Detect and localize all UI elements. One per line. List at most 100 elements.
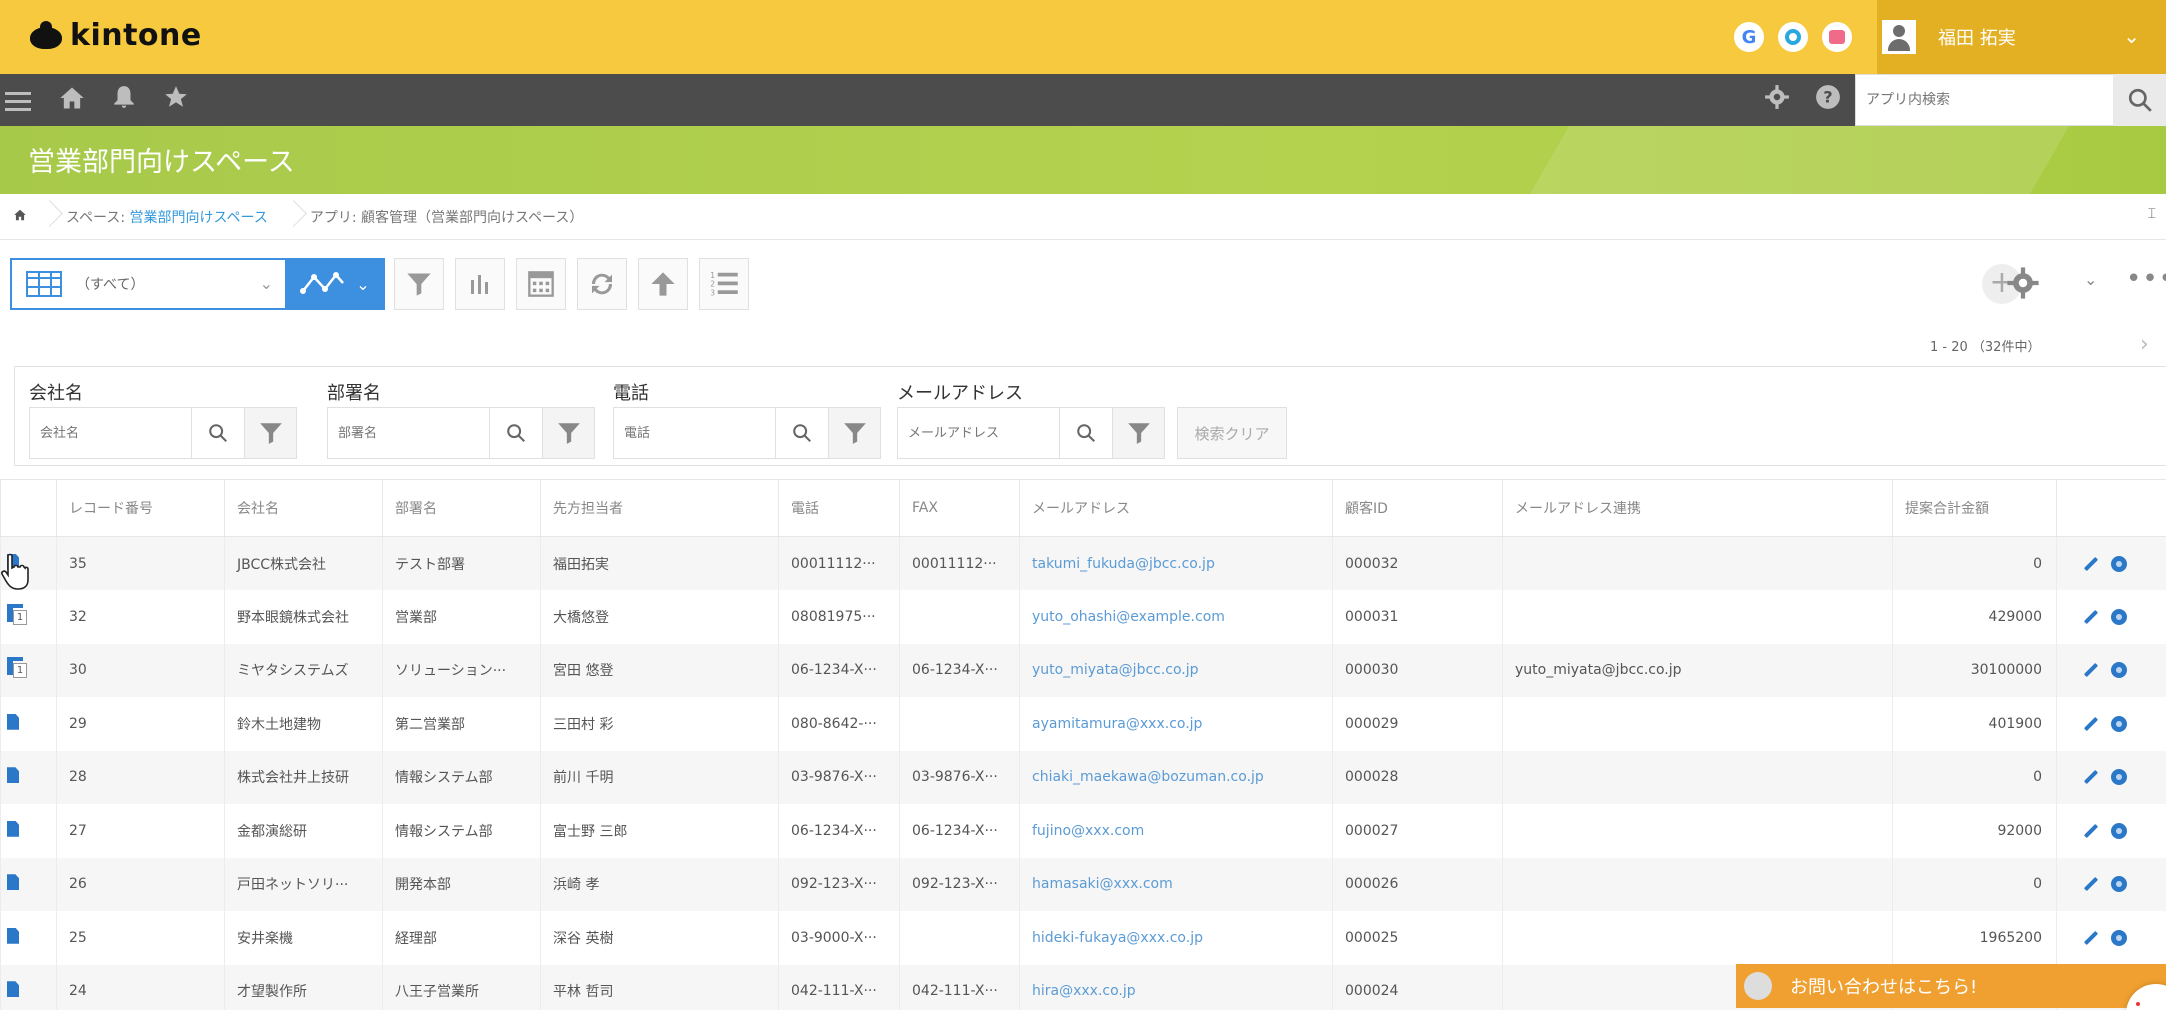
record-detail-icon[interactable] <box>7 874 19 891</box>
record-detail-cell[interactable] <box>0 697 57 751</box>
column-header[interactable]: 先方担当者 <box>540 479 779 537</box>
duplicate-icon[interactable] <box>2111 715 2127 732</box>
duplicate-icon[interactable] <box>2111 662 2127 679</box>
column-header[interactable]: 会社名 <box>224 479 383 537</box>
garoon-icon[interactable] <box>1778 22 1808 52</box>
edit-pencil-icon[interactable] <box>2083 716 2099 731</box>
duplicate-icon[interactable] <box>2111 608 2127 625</box>
record-detail-icon[interactable] <box>7 981 19 998</box>
filter-search-button[interactable] <box>192 407 245 459</box>
email-cell[interactable]: takumi_fukuda@jbcc.co.jp <box>1019 536 1333 590</box>
menu-icon[interactable] <box>2 87 34 119</box>
duplicate-icon[interactable] <box>2111 876 2127 893</box>
column-header[interactable]: 顧客ID <box>1332 479 1503 537</box>
table-row[interactable]: 1 30 ミヤタシステムズ ソリューション··· 宮田 悠登 06-1234-X··· 06… <box>0 643 2166 697</box>
table-row[interactable]: 27 金都演総研 情報システム部 富士野 三郎 06-1234-X··· 06-1234-… <box>0 804 2166 858</box>
email-cell[interactable]: hideki-fukaya@xxx.co.jp <box>1019 911 1333 965</box>
duplicate-icon[interactable] <box>2111 929 2127 946</box>
filter-button[interactable] <box>394 258 444 310</box>
refresh-button[interactable] <box>577 258 627 310</box>
settings-gear-icon[interactable] <box>1761 84 1793 116</box>
email-cell[interactable]: ayamitamura@xxx.co.jp <box>1019 697 1333 751</box>
app-search-field[interactable] <box>1855 74 2115 126</box>
filter-funnel-button[interactable] <box>543 407 595 459</box>
breadcrumb-space[interactable]: スペース: 営業部門向けスペース <box>54 207 284 227</box>
record-detail-icon[interactable] <box>7 767 19 784</box>
table-row[interactable]: 25 安井楽機 経理部 深谷 英樹 03-9000-X··· hideki-fukaya@… <box>0 911 2166 965</box>
column-header[interactable]: 電話 <box>778 479 900 537</box>
filter-phone-field[interactable] <box>613 407 776 459</box>
clear-search-button[interactable]: 検索クリア <box>1177 407 1287 459</box>
related-record-icon[interactable]: 1 <box>7 603 29 626</box>
record-detail-cell[interactable] <box>0 964 57 1010</box>
filter-search-button[interactable] <box>1060 407 1113 459</box>
search-button[interactable] <box>2113 74 2166 126</box>
edit-pencil-icon[interactable] <box>2083 556 2099 571</box>
home-icon[interactable] <box>56 84 88 116</box>
graph-button[interactable]: ⌄ <box>285 258 385 310</box>
bell-icon[interactable] <box>108 84 140 116</box>
filter-email-input[interactable] <box>898 408 1059 458</box>
table-row[interactable]: 29 鈴木土地建物 第二営業部 三田村 彩 080-8642-··· ayamitamur… <box>0 697 2166 751</box>
export-button[interactable] <box>638 258 688 310</box>
column-header[interactable]: レコード番号 <box>56 479 225 537</box>
filter-funnel-button[interactable] <box>829 407 881 459</box>
related-record-icon[interactable]: 1 <box>7 657 29 679</box>
breadcrumb-pin-icon[interactable]: ⌶ <box>2148 206 2156 222</box>
edit-pencil-icon[interactable] <box>2083 609 2099 624</box>
edit-pencil-icon[interactable] <box>2083 930 2099 945</box>
chevron-down-icon[interactable]: ⌄ <box>2084 270 2097 289</box>
filter-company-field[interactable] <box>29 407 192 459</box>
more-options-icon[interactable]: ••• <box>2126 264 2166 294</box>
column-header[interactable]: FAX <box>899 479 1020 537</box>
app-settings-button[interactable] <box>2006 266 2040 304</box>
filter-funnel-button[interactable] <box>245 407 297 459</box>
star-icon[interactable] <box>160 84 192 116</box>
column-header[interactable]: メールアドレス <box>1019 479 1333 537</box>
table-row[interactable]: 1 32 野本眼鏡株式会社 営業部 大橋悠登 08081975··· yuto_ohashi… <box>0 590 2166 644</box>
google-icon[interactable]: G <box>1734 22 1764 52</box>
calendar-icon[interactable] <box>1822 22 1852 52</box>
email-cell[interactable]: fujino@xxx.com <box>1019 804 1333 858</box>
user-menu[interactable]: 福田 拓実 ⌄ <box>1877 0 2166 74</box>
record-detail-cell[interactable] <box>0 857 57 911</box>
filter-funnel-button[interactable] <box>1113 407 1165 459</box>
filter-department-field[interactable] <box>327 407 490 459</box>
duplicate-icon[interactable] <box>2111 822 2127 839</box>
edit-pencil-icon[interactable] <box>2083 823 2099 838</box>
app-search-input[interactable] <box>1856 75 2114 125</box>
edit-pencil-icon[interactable] <box>2083 770 2099 785</box>
filter-search-button[interactable] <box>490 407 543 459</box>
column-header[interactable]: メールアドレス連携 <box>1502 479 1893 537</box>
email-cell[interactable]: yuto_miyata@jbcc.co.jp <box>1019 643 1333 697</box>
email-cell[interactable]: yuto_ohashi@example.com <box>1019 590 1333 644</box>
email-cell[interactable]: hamasaki@xxx.com <box>1019 857 1333 911</box>
filter-company-input[interactable] <box>30 408 191 458</box>
duplicate-icon[interactable] <box>2111 555 2127 572</box>
email-cell[interactable]: hira@xxx.co.jp <box>1019 964 1333 1010</box>
record-detail-cell[interactable] <box>0 804 57 858</box>
breadcrumb-space-link[interactable]: 営業部門向けスペース <box>130 210 268 226</box>
record-detail-icon[interactable] <box>7 713 19 730</box>
column-header[interactable]: 部署名 <box>382 479 541 537</box>
record-detail-cell[interactable] <box>0 750 57 804</box>
record-detail-cell[interactable]: 1 <box>0 643 57 697</box>
filter-email-field[interactable] <box>897 407 1060 459</box>
view-selector[interactable]: （すべて） ⌄ <box>10 258 285 310</box>
filter-department-input[interactable] <box>328 408 489 458</box>
chart-button[interactable] <box>455 258 505 310</box>
edit-pencil-icon[interactable] <box>2083 877 2099 892</box>
calculator-button[interactable] <box>516 258 566 310</box>
next-page-icon[interactable]: › <box>2140 332 2149 357</box>
column-header[interactable]: 提案合計金額 <box>1892 479 2057 537</box>
breadcrumb-home-icon[interactable] <box>0 207 40 226</box>
duplicate-icon[interactable] <box>2111 769 2127 786</box>
email-cell[interactable]: chiaki_maekawa@bozuman.co.jp <box>1019 750 1333 804</box>
edit-pencil-icon[interactable] <box>2083 663 2099 678</box>
record-detail-cell[interactable]: 1 <box>0 590 57 644</box>
help-icon[interactable]: ? <box>1812 84 1844 116</box>
record-detail-cell[interactable] <box>0 911 57 965</box>
filter-search-button[interactable] <box>776 407 829 459</box>
table-row[interactable]: 35 JBCC株式会社 テスト部署 福田拓実 00011112··· 00011112··… <box>0 536 2166 590</box>
table-row[interactable]: 26 戸田ネットソリ··· 開発本部 浜崎 孝 092-123-X··· 092-123-… <box>0 857 2166 911</box>
